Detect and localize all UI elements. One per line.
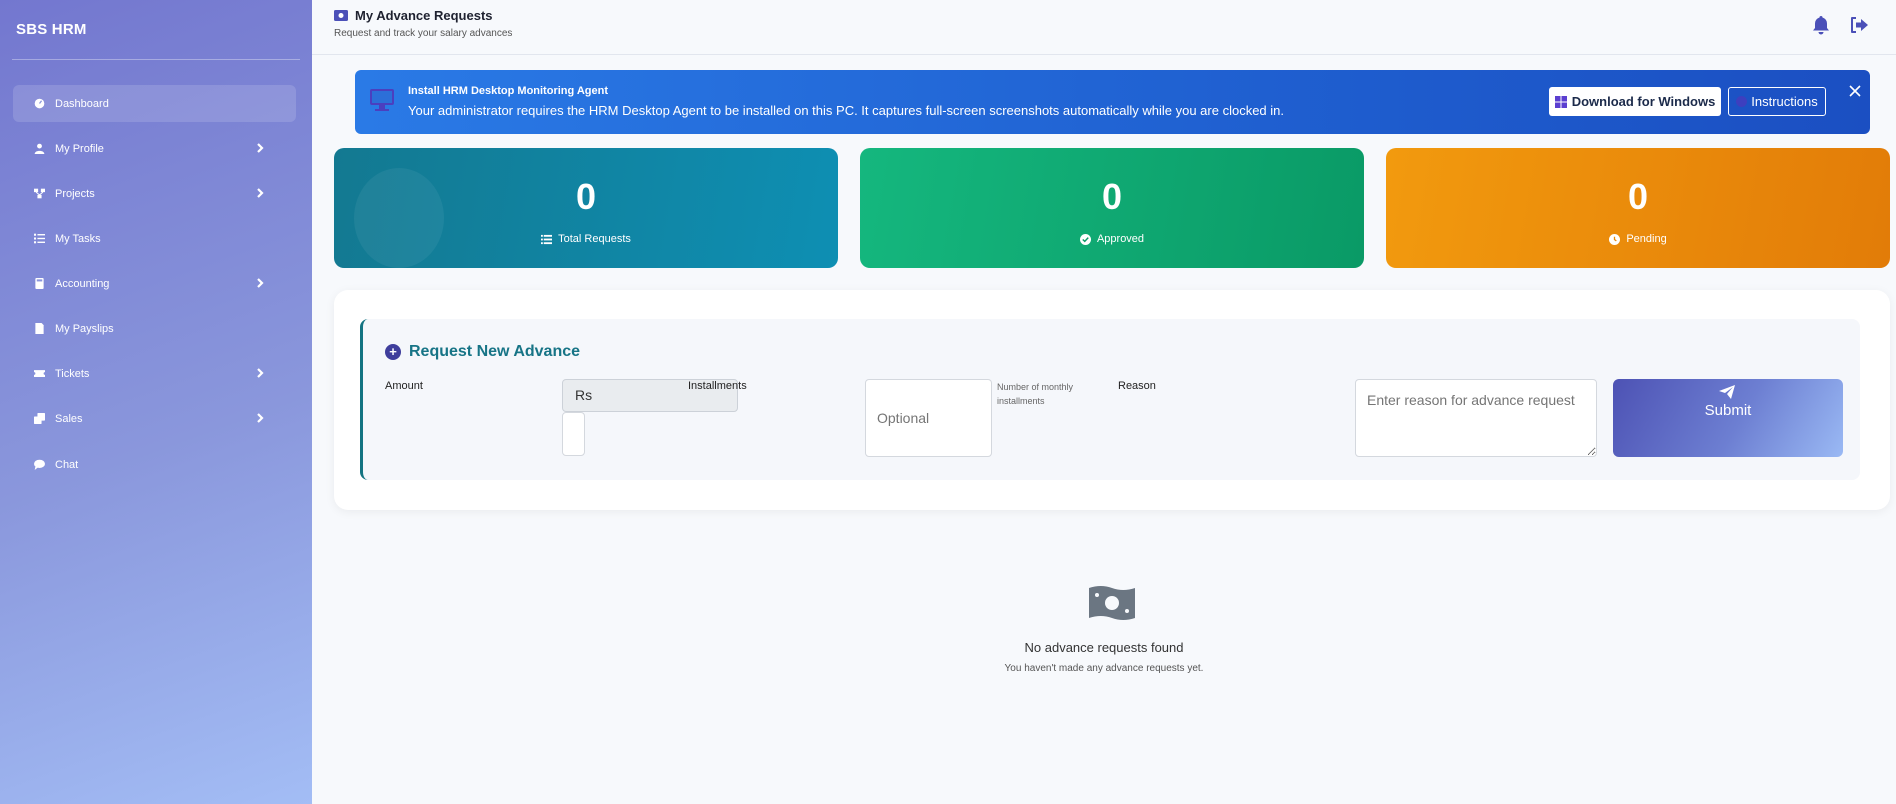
stat-label: Total Requests	[558, 233, 631, 245]
stat-label-row: Total Requests	[334, 233, 838, 245]
request-form: + Request New Advance Amount Rs Installm…	[360, 319, 1860, 480]
empty-state-title: No advance requests found	[1024, 640, 1184, 655]
request-form-card: + Request New Advance Amount Rs Installm…	[334, 290, 1890, 510]
brand-name[interactable]: SBS HRM	[16, 21, 87, 38]
amount-input[interactable]	[562, 412, 585, 456]
page-header: My Advance Requests Request and track yo…	[312, 0, 1896, 55]
sidebar-item-tickets[interactable]: Tickets	[13, 355, 296, 392]
stat-card-total: 0 Total Requests	[334, 148, 838, 268]
installments-hint: Number of monthly installments	[997, 382, 1074, 406]
reason-textarea[interactable]	[1355, 379, 1597, 457]
user-icon	[33, 143, 45, 155]
sidebar-divider	[12, 59, 300, 60]
clone-icon	[33, 413, 45, 425]
sidebar-item-label: My Tasks	[55, 232, 101, 245]
submit-button[interactable]: Submit	[1613, 379, 1843, 457]
list-icon	[541, 234, 553, 244]
chevron-right-icon	[254, 277, 266, 289]
chevron-right-icon	[254, 367, 266, 379]
paper-plane-icon	[1719, 385, 1735, 399]
sidebar: SBS HRM Dashboard My Profile Projects My…	[0, 0, 312, 804]
sidebar-item-sales[interactable]: Sales	[13, 400, 296, 437]
sidebar-item-label: Accounting	[55, 277, 110, 290]
check-circle-icon	[1079, 233, 1091, 245]
download-windows-button[interactable]: Download for Windows	[1549, 87, 1721, 116]
page-title: My Advance Requests	[355, 8, 493, 23]
form-title: + Request New Advance	[385, 343, 580, 361]
instructions-label: Instructions	[1751, 94, 1818, 109]
stat-label: Pending	[1626, 233, 1667, 245]
submit-label: Submit	[1704, 402, 1752, 419]
bell-icon[interactable]	[1811, 15, 1831, 35]
stat-label-row: Approved	[860, 233, 1364, 245]
sidebar-item-label: My Profile	[55, 142, 104, 155]
sidebar-item-my-profile[interactable]: My Profile	[13, 130, 296, 167]
sidebar-item-my-tasks[interactable]: My Tasks	[13, 220, 296, 257]
close-icon[interactable]	[1848, 84, 1864, 100]
logout-icon[interactable]	[1849, 15, 1869, 35]
installments-label: Installments	[688, 380, 747, 392]
stat-value: 0	[1627, 176, 1649, 217]
chevron-right-icon	[254, 142, 266, 154]
reason-label: Reason	[1118, 380, 1156, 392]
gauge-icon	[33, 98, 45, 110]
sidebar-item-label: Dashboard	[55, 97, 109, 110]
sidebar-item-label: Sales	[55, 412, 83, 425]
sidebar-item-label: Tickets	[55, 367, 90, 380]
money-bill-icon	[334, 10, 348, 21]
page-subtitle: Request and track your salary advances	[334, 28, 513, 39]
sidebar-item-label: My Payslips	[55, 322, 114, 335]
banner-text: Your administrator requires the HRM Desk…	[408, 103, 1285, 118]
sitemap-icon	[33, 188, 45, 200]
agent-install-banner: Install HRM Desktop Monitoring Agent You…	[355, 70, 1870, 134]
stat-card-approved: 0 Approved	[860, 148, 1364, 268]
ticket-icon	[33, 368, 45, 380]
amount-label: Amount	[385, 380, 423, 392]
windows-icon	[1554, 95, 1567, 108]
stat-card-pending: 0 Pending	[1386, 148, 1890, 268]
stat-label: Approved	[1096, 233, 1145, 245]
sidebar-item-chat[interactable]: Chat	[13, 446, 296, 483]
comment-icon	[33, 459, 45, 471]
sidebar-item-label: Chat	[55, 458, 79, 471]
chevron-right-icon	[254, 412, 266, 424]
sidebar-item-accounting[interactable]: Accounting	[13, 265, 296, 302]
instructions-button[interactable]: Instructions	[1728, 87, 1826, 116]
chevron-right-icon	[254, 187, 266, 199]
money-bill-icon	[1089, 586, 1135, 620]
list-check-icon	[33, 233, 45, 245]
empty-state-subtitle: You haven't made any advance requests ye…	[1004, 663, 1204, 674]
installments-input[interactable]	[865, 379, 992, 457]
form-title-text: Request New Advance	[409, 343, 581, 360]
banner-title: Install HRM Desktop Monitoring Agent	[408, 85, 609, 97]
file-invoice-icon	[33, 323, 45, 335]
sidebar-item-projects[interactable]: Projects	[13, 175, 296, 212]
info-circle-icon	[1736, 96, 1748, 107]
sidebar-item-label: Projects	[55, 187, 95, 200]
desktop-icon	[370, 89, 394, 111]
download-label: Download for Windows	[1571, 94, 1716, 109]
sidebar-item-my-payslips[interactable]: My Payslips	[13, 310, 296, 347]
plus-circle-icon: +	[385, 344, 401, 360]
clock-icon	[1609, 233, 1621, 245]
stat-value: 0	[1101, 176, 1123, 217]
calculator-icon	[33, 278, 45, 290]
sidebar-item-dashboard[interactable]: Dashboard	[13, 85, 296, 122]
stat-value: 0	[575, 176, 597, 217]
stat-label-row: Pending	[1386, 233, 1890, 245]
